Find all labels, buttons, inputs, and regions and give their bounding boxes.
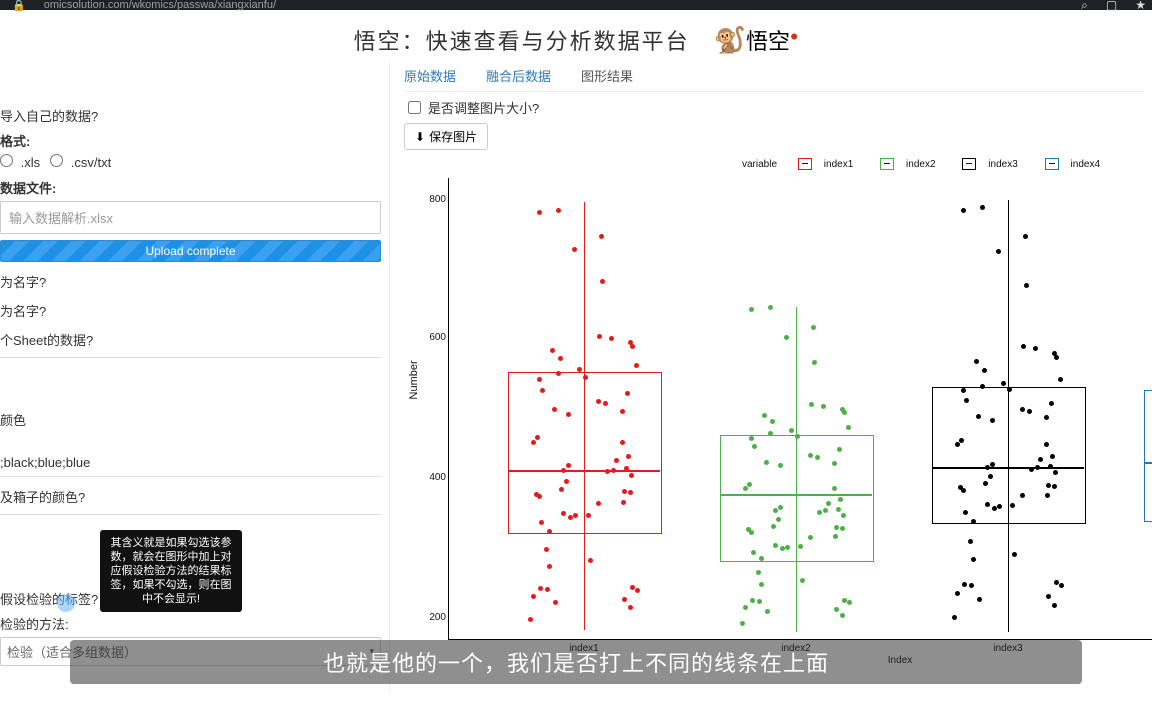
- divider: [0, 357, 381, 358]
- help-tooltip: 其含义就是如果勾选该参数，就会在图形中加上对应假设检验方法的结果标签，如果不勾选…: [100, 530, 242, 612]
- divider: [0, 514, 381, 515]
- box-index2: [720, 435, 874, 562]
- hyp-method-label: 检验的方法:: [0, 614, 381, 633]
- browser-chrome: 🔒 omicsolution.com/wkomics/passwa/xiangx…: [0, 0, 1152, 10]
- ytick: 800: [424, 194, 446, 205]
- sheet-q: 个Sheet的数据?: [0, 330, 381, 349]
- save-image-button[interactable]: ⬇ 保存图片: [404, 123, 488, 150]
- page-header: 悟空：快速查看与分析数据平台 🐒悟空●: [0, 10, 1152, 62]
- chart-legend: variable index1 index2 index3 index4: [704, 158, 1144, 170]
- median-index3: [932, 467, 1084, 469]
- cursor-highlight: [57, 594, 75, 612]
- tab-raw[interactable]: 原始数据: [404, 66, 456, 85]
- star-icon[interactable]: ★: [1135, 0, 1146, 13]
- search-icon[interactable]: ⌕: [1081, 0, 1088, 13]
- format-label: 格式:: [0, 131, 381, 150]
- median-index1: [508, 470, 660, 472]
- window-controls: ⌕ ▢ ★: [1081, 0, 1146, 13]
- radio-csv[interactable]: .csv/txt: [50, 154, 111, 170]
- color-input[interactable]: ;black;blue;blue: [0, 449, 381, 477]
- page-title: 悟空：快速查看与分析数据平台: [354, 24, 690, 56]
- tab-merged[interactable]: 融合后数据: [486, 66, 551, 85]
- url-text: omicsolution.com/wkomics/passwa/xiangxia…: [44, 0, 276, 11]
- datafile-label: 数据文件:: [0, 178, 381, 197]
- box-index4: [1144, 390, 1152, 522]
- lock-icon: 🔒: [12, 0, 26, 12]
- ytick: 600: [424, 332, 446, 343]
- resize-checkbox[interactable]: 是否调整图片大小?: [404, 98, 539, 117]
- brand-logo: 🐒悟空●: [714, 24, 799, 56]
- median-index4: [1144, 462, 1152, 464]
- col-name-q: 为名字?: [0, 301, 381, 320]
- ytick: 400: [424, 472, 446, 483]
- boxplot-chart: Number 200 400 600 800: [420, 172, 1144, 666]
- box-color-q: 及箱子的颜色?: [0, 487, 381, 506]
- box-index3: [932, 387, 1086, 524]
- file-input[interactable]: 输入数据解析.xlsx: [0, 201, 381, 234]
- median-index2: [720, 494, 872, 496]
- box-index1: [508, 372, 662, 534]
- download-icon: ⬇: [415, 130, 425, 144]
- y-axis: [448, 178, 449, 640]
- ytick: 200: [424, 612, 446, 623]
- tab-chart[interactable]: 图形结果: [581, 66, 633, 85]
- tab-bar: 原始数据 融合后数据 图形结果: [404, 66, 1144, 92]
- row-name-q: 为名字?: [0, 272, 381, 291]
- main-panel: 原始数据 融合后数据 图形结果 是否调整图片大小? ⬇ 保存图片 variabl…: [390, 62, 1152, 692]
- upload-progress: Upload complete: [0, 240, 381, 262]
- color-label: 颜色: [0, 410, 381, 429]
- radio-xls[interactable]: .xls: [0, 154, 40, 170]
- import-own-data-q: 导入自己的数据?: [0, 106, 381, 125]
- video-subtitle: 也就是他的一个，我们是否打上不同的线条在上面: [70, 640, 1082, 684]
- y-axis-label: Number: [408, 360, 420, 399]
- tabs-icon[interactable]: ▢: [1106, 0, 1117, 13]
